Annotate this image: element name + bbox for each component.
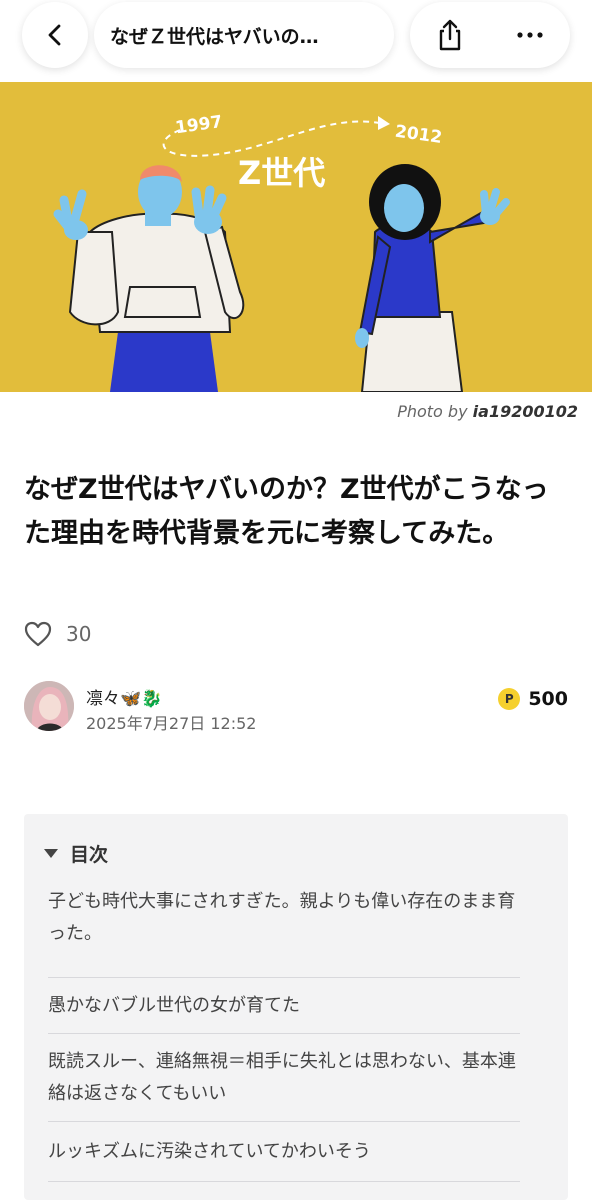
share-button[interactable] — [430, 15, 470, 55]
more-horizontal-icon — [517, 32, 543, 38]
like-row: 30 — [24, 618, 91, 650]
gen-z-illustration: 1997 2012 Z世代 — [53, 112, 510, 392]
author-name[interactable]: 凛々🦋🐉 — [86, 684, 162, 709]
back-button[interactable] — [22, 2, 88, 68]
toc-toggle[interactable]: 目次 — [44, 840, 108, 867]
share-icon — [439, 19, 461, 51]
actions-pill — [410, 2, 570, 68]
chevron-left-icon — [48, 24, 61, 46]
like-count: 30 — [66, 622, 92, 646]
toc-item[interactable]: 愚かなバブル世代の女が育てた — [48, 978, 520, 1034]
avatar[interactable] — [24, 681, 74, 731]
hero-image: 1997 2012 Z世代 — [0, 82, 592, 392]
article-title: なぜZ世代はヤバいのか？Z世代がこうなった理由を時代背景を元に考察してみた。 — [24, 474, 549, 549]
toc-item[interactable]: 子ども時代大事にされすぎた。親よりも偉い存在のまま育った。 — [48, 886, 520, 978]
boy-figure — [53, 165, 245, 392]
points: P 500 — [498, 688, 568, 710]
post-date: 2025年7月27日 12:52 — [86, 714, 257, 733]
hero-heading: Z世代 — [238, 154, 325, 192]
caret-down-icon — [44, 849, 58, 858]
page-title-pill: なぜＺ世代はヤバいの… — [94, 2, 394, 68]
toc-item[interactable]: ルッキズムに汚染されていてかわいそう — [48, 1122, 520, 1182]
girl-figure — [355, 164, 510, 392]
more-button[interactable] — [510, 15, 550, 55]
caption-author[interactable]: ia19200102 — [473, 402, 578, 421]
caption-prefix: Photo by — [397, 402, 468, 421]
photo-caption: Photo by ia19200102 — [397, 402, 578, 421]
page-title: なぜＺ世代はヤバいの… — [110, 25, 319, 48]
avatar-image — [24, 681, 74, 731]
points-value: 500 — [528, 688, 568, 710]
top-bar: なぜＺ世代はヤバいの… — [0, 0, 592, 80]
year-end: 2012 — [394, 122, 444, 148]
heart-icon[interactable] — [24, 621, 52, 647]
year-start: 1997 — [174, 112, 224, 138]
toc-label: 目次 — [70, 844, 109, 866]
points-icon: P — [498, 688, 521, 710]
toc-item[interactable]: 既読スルー、連絡無視＝相手に失礼とは思わない、基本連絡は返さなくてもいい — [48, 1034, 520, 1122]
